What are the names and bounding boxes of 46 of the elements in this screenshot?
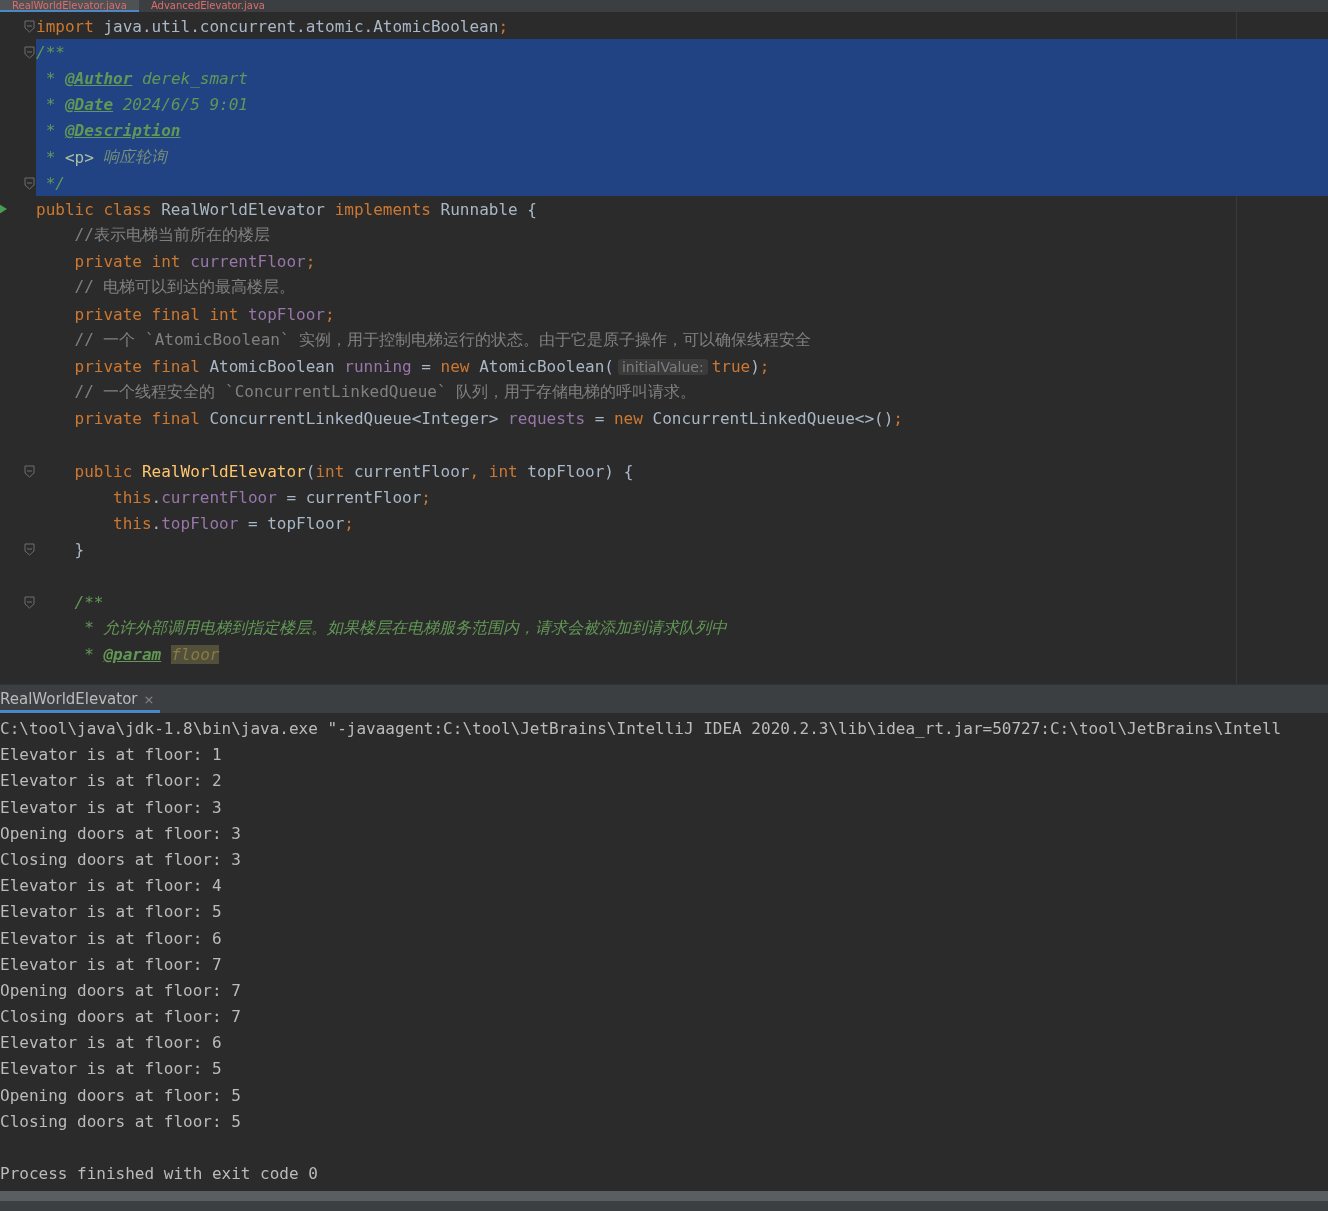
code-editor[interactable] (0, 12, 1328, 684)
editor-tab[interactable]: RealWorldElevator.java (0, 0, 139, 12)
console-line: C:\tool\java\jdk-1.8\bin\java.exe "-javaagent:C:\tool\JetBrains\IntelliJ IDEA 2020.2.3\lib\idea_rt.jar=50727:C:\tool\JetBrains\Intell (0, 718, 1283, 740)
code-line: * @param floor (83, 644, 221, 667)
code-line: private final int topFloor; (73, 303, 336, 326)
code-line: // 一个 `AtomicBoolean` 实例，用于控制电梯运行的状态。由于它是原子操作，可以确保线程安全 (73, 328, 813, 351)
code-line: } (73, 539, 86, 562)
fold-marker-icon[interactable] (24, 19, 35, 33)
code-line: import java.util.concurrent.atomic.AtomicBoolean; (36, 15, 510, 38)
console-line: Closing doors at floor: 5 (0, 1110, 242, 1133)
code-line: //表示电梯当前所在的楼层 (73, 224, 271, 247)
editor-tab[interactable]: AdvancedElevator.java (138, 0, 277, 12)
fold-marker-icon[interactable] (24, 464, 35, 478)
console-line: Elevator is at floor: 6 (0, 1032, 223, 1055)
code-line: private int currentFloor; (73, 251, 317, 274)
code-line: * 允许外部调用电梯到指定楼层。如果楼层在电梯服务范围内，请求会被添加到请求队列中 (83, 616, 729, 639)
console-line: Elevator is at floor: 2 (0, 770, 223, 793)
code-line: this.currentFloor = currentFloor; (112, 486, 432, 509)
console-line: Closing doors at floor: 7 (0, 1006, 242, 1029)
code-line: this.topFloor = topFloor; (112, 513, 355, 536)
console-line: Opening doors at floor: 3 (0, 822, 242, 845)
run-icon[interactable] (0, 204, 7, 215)
fold-marker-icon[interactable] (24, 45, 35, 59)
fold-marker-icon[interactable] (24, 543, 35, 557)
code-line: /** (73, 591, 105, 614)
console-line: Opening doors at floor: 7 (0, 979, 242, 1002)
exit-message: Process finished with exit code 0 (0, 1163, 319, 1186)
console-line: Elevator is at floor: 6 (0, 927, 223, 950)
fold-marker-icon[interactable] (24, 176, 35, 190)
console-line: Elevator is at floor: 7 (0, 953, 223, 976)
code-line: private final AtomicBoolean running = new AtomicBoolean( initialValue: true); (73, 356, 771, 379)
console-line: Opening doors at floor: 5 (0, 1084, 242, 1107)
code-line: public RealWorldElevator(int currentFloor, int topFloor) { (73, 460, 635, 483)
console-line: Elevator is at floor: 3 (0, 796, 223, 819)
console-line: Elevator is at floor: 1 (0, 744, 223, 767)
console-line: Elevator is at floor: 4 (0, 875, 223, 898)
code-line: // 电梯可以到达的最高楼层。 (73, 276, 297, 299)
code-line: // 一个线程安全的 `ConcurrentLinkedQueue` 队列，用于存储电梯的呼叫请求。 (73, 381, 698, 404)
code-line: private final ConcurrentLinkedQueue<Integer> requests = new ConcurrentLinkedQueue<>(); (73, 408, 904, 431)
console-line: Elevator is at floor: 5 (0, 1058, 223, 1081)
console-line: Elevator is at floor: 5 (0, 901, 223, 924)
fold-marker-icon[interactable] (24, 595, 35, 609)
console-line: Closing doors at floor: 3 (0, 848, 242, 871)
code-line: public class RealWorldElevator implements Runnable { (36, 198, 538, 221)
horizontal-scrollbar[interactable] (0, 1191, 1328, 1211)
run-tab[interactable]: RealWorldElevator × (0, 688, 161, 713)
